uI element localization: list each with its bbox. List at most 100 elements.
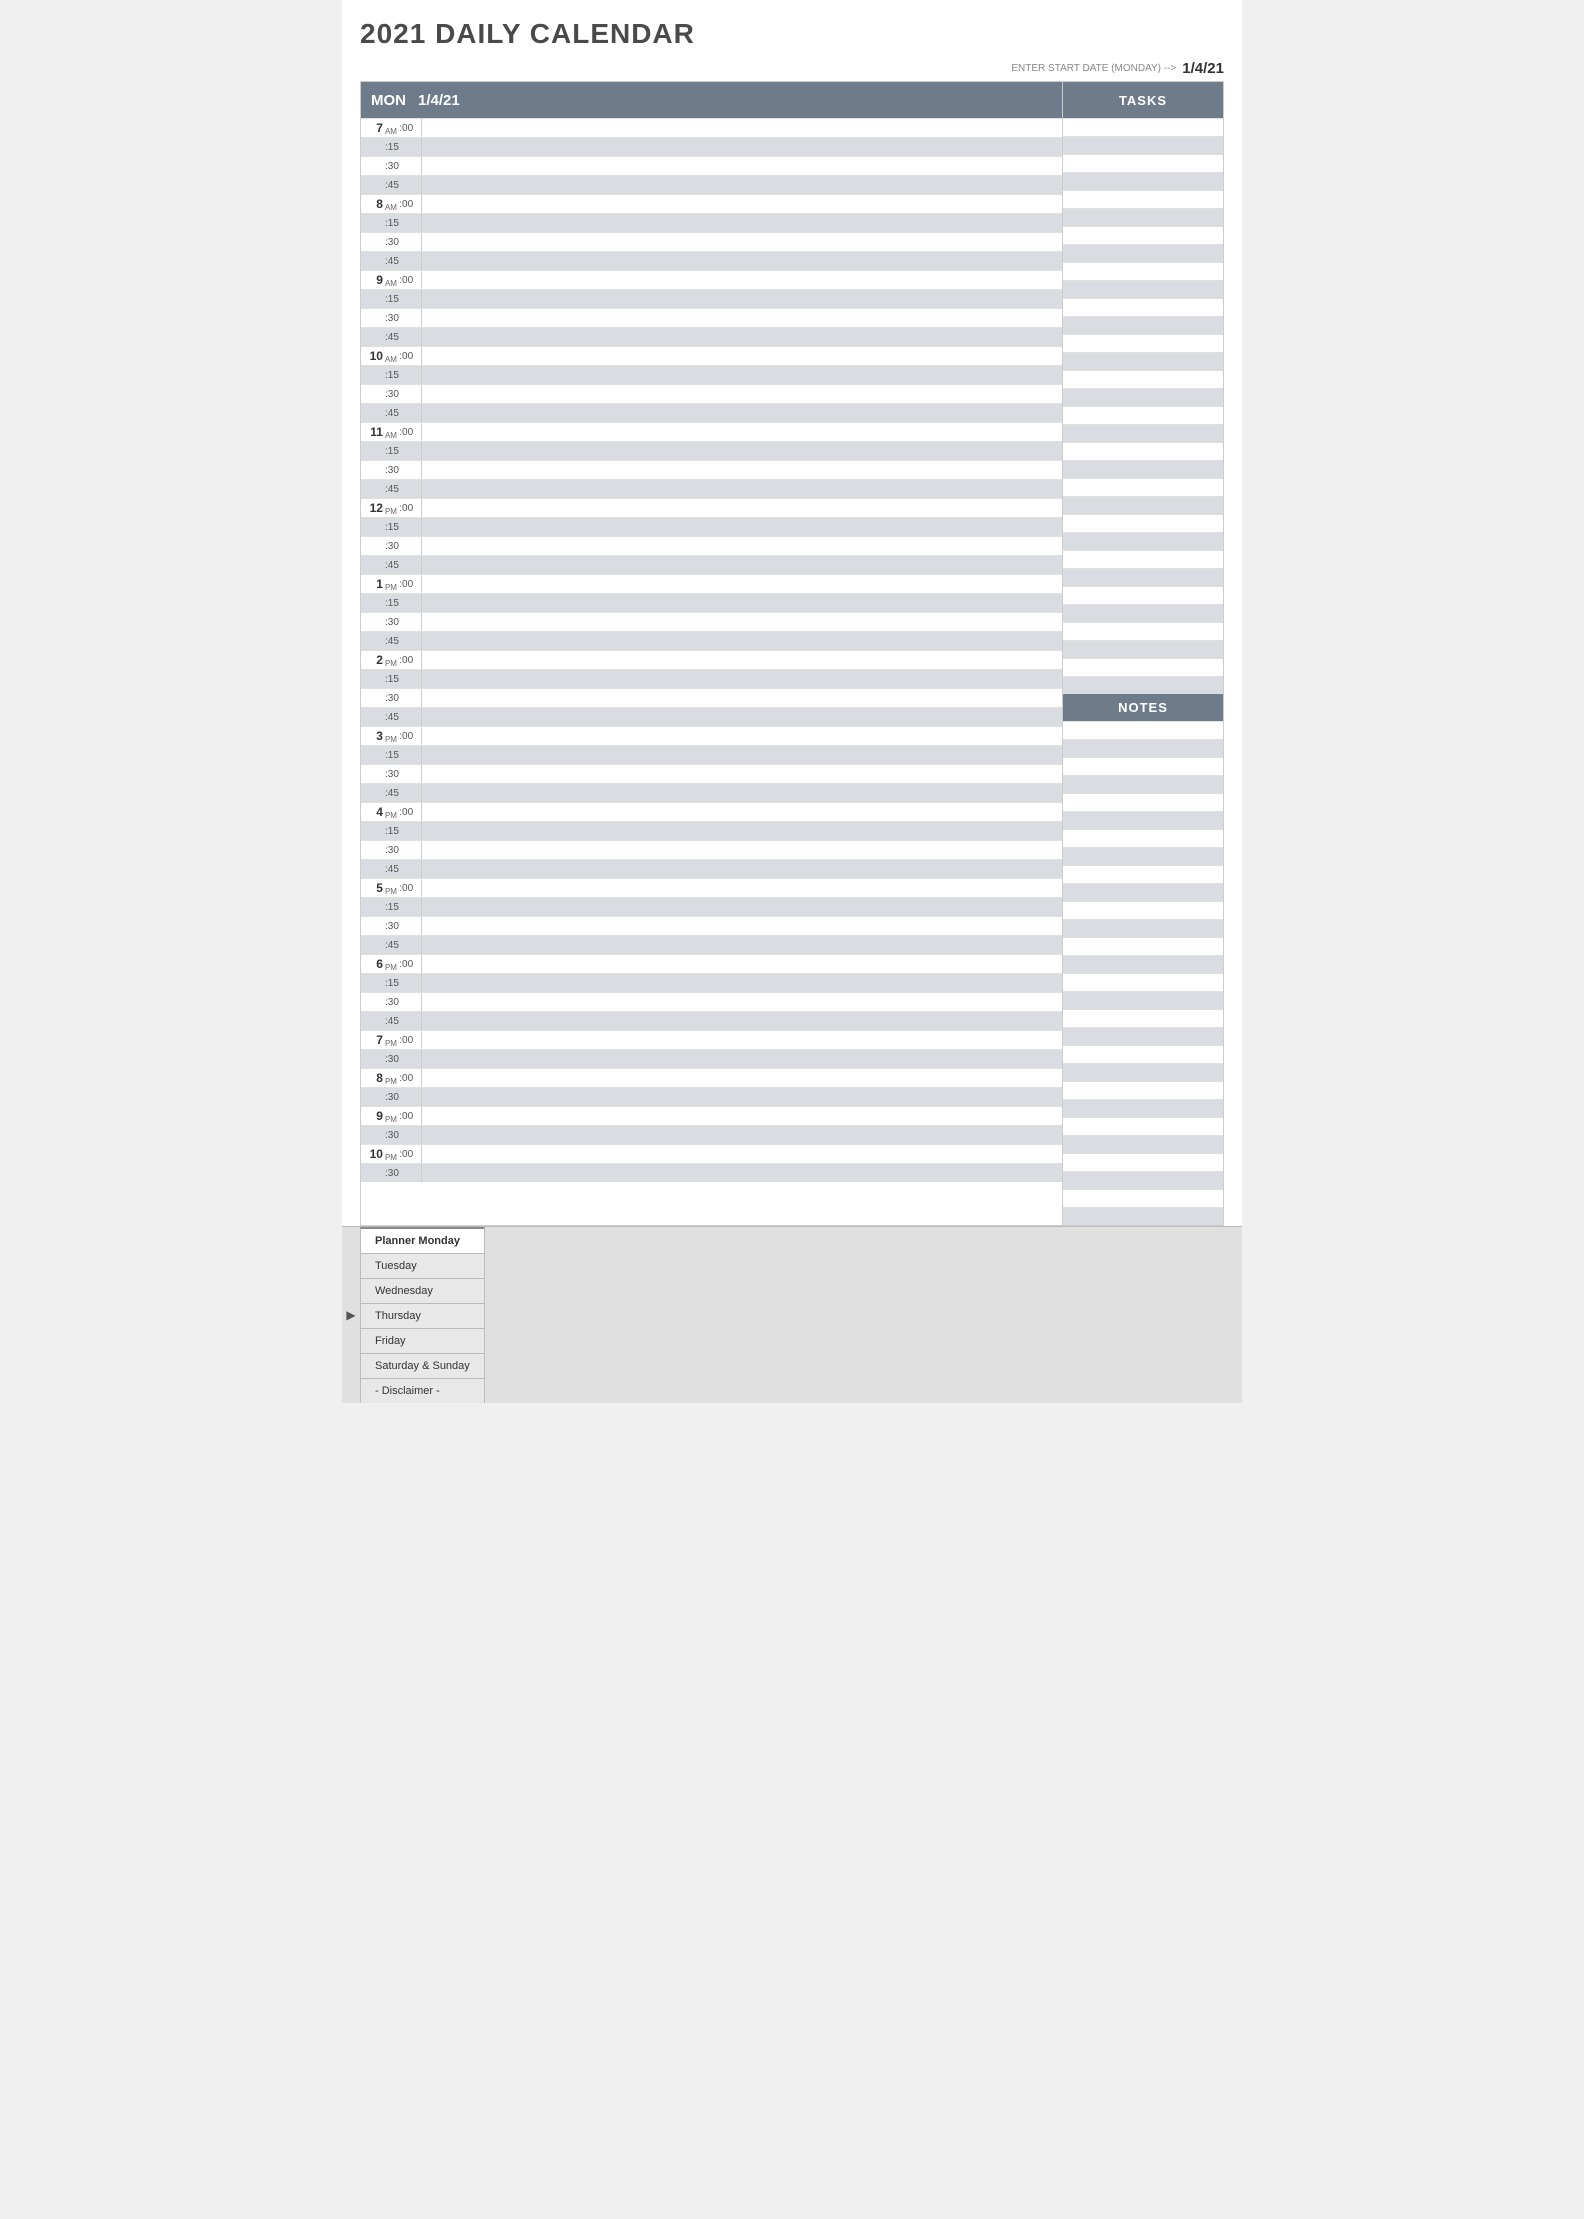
task-row[interactable] [1063,262,1223,280]
note-row[interactable] [1063,775,1223,793]
time-cell[interactable] [421,366,1062,384]
note-row[interactable] [1063,1081,1223,1099]
time-cell[interactable] [421,214,1062,232]
time-cell[interactable] [421,556,1062,574]
task-row[interactable] [1063,226,1223,244]
task-row[interactable] [1063,334,1223,352]
time-cell[interactable] [421,594,1062,612]
time-cell[interactable] [421,252,1062,270]
time-cell[interactable] [421,271,1062,289]
note-row[interactable] [1063,1117,1223,1135]
task-row[interactable] [1063,190,1223,208]
time-cell[interactable] [421,632,1062,650]
time-cell[interactable] [421,651,1062,669]
time-cell[interactable] [421,841,1062,859]
time-cell[interactable] [421,309,1062,327]
tab-scroll-arrow[interactable]: ▶ [342,1308,360,1322]
note-row[interactable] [1063,757,1223,775]
note-row[interactable] [1063,973,1223,991]
task-row[interactable] [1063,280,1223,298]
note-row[interactable] [1063,991,1223,1009]
task-row[interactable] [1063,640,1223,658]
time-cell[interactable] [421,537,1062,555]
note-row[interactable] [1063,1063,1223,1081]
time-cell[interactable] [421,347,1062,365]
task-row[interactable] [1063,118,1223,136]
note-row[interactable] [1063,1207,1223,1225]
task-row[interactable] [1063,676,1223,694]
time-cell[interactable] [421,461,1062,479]
task-row[interactable] [1063,154,1223,172]
note-row[interactable] [1063,1153,1223,1171]
time-cell[interactable] [421,955,1062,973]
time-cell[interactable] [421,233,1062,251]
time-cell[interactable] [421,138,1062,156]
note-row[interactable] [1063,811,1223,829]
time-cell[interactable] [421,575,1062,593]
tab--disclaimer-[interactable]: - Disclaimer - [360,1378,485,1403]
time-cell[interactable] [421,765,1062,783]
note-row[interactable] [1063,865,1223,883]
tab-planner-monday[interactable]: Planner Monday [360,1227,485,1253]
tab-saturday-sunday[interactable]: Saturday & Sunday [360,1353,485,1378]
task-row[interactable] [1063,406,1223,424]
note-row[interactable] [1063,829,1223,847]
task-row[interactable] [1063,604,1223,622]
note-row[interactable] [1063,1135,1223,1153]
note-row[interactable] [1063,883,1223,901]
time-cell[interactable] [421,613,1062,631]
time-cell[interactable] [421,423,1062,441]
time-cell[interactable] [421,822,1062,840]
date-entry-value[interactable]: 1/4/21 [1182,60,1224,77]
note-row[interactable] [1063,955,1223,973]
note-row[interactable] [1063,901,1223,919]
note-row[interactable] [1063,1045,1223,1063]
note-row[interactable] [1063,1027,1223,1045]
task-row[interactable] [1063,316,1223,334]
task-row[interactable] [1063,550,1223,568]
note-row[interactable] [1063,1099,1223,1117]
note-row[interactable] [1063,721,1223,739]
time-cell[interactable] [421,784,1062,802]
time-cell[interactable] [421,917,1062,935]
time-cell[interactable] [421,898,1062,916]
time-cell[interactable] [421,803,1062,821]
note-row[interactable] [1063,793,1223,811]
task-row[interactable] [1063,460,1223,478]
tab-thursday[interactable]: Thursday [360,1303,485,1328]
time-cell[interactable] [421,1164,1062,1182]
task-row[interactable] [1063,298,1223,316]
task-row[interactable] [1063,352,1223,370]
task-row[interactable] [1063,442,1223,460]
time-cell[interactable] [421,1031,1062,1049]
note-row[interactable] [1063,919,1223,937]
time-cell[interactable] [421,1126,1062,1144]
task-row[interactable] [1063,424,1223,442]
note-row[interactable] [1063,1009,1223,1027]
tab-tuesday[interactable]: Tuesday [360,1253,485,1278]
time-cell[interactable] [421,1069,1062,1087]
time-cell[interactable] [421,195,1062,213]
note-row[interactable] [1063,1171,1223,1189]
tab-wednesday[interactable]: Wednesday [360,1278,485,1303]
task-row[interactable] [1063,586,1223,604]
note-row[interactable] [1063,1189,1223,1207]
time-cell[interactable] [421,157,1062,175]
note-row[interactable] [1063,847,1223,865]
time-cell[interactable] [421,290,1062,308]
task-row[interactable] [1063,622,1223,640]
task-row[interactable] [1063,658,1223,676]
time-cell[interactable] [421,385,1062,403]
task-row[interactable] [1063,370,1223,388]
time-cell[interactable] [421,879,1062,897]
time-cell[interactable] [421,860,1062,878]
task-row[interactable] [1063,496,1223,514]
time-cell[interactable] [421,670,1062,688]
tab-friday[interactable]: Friday [360,1328,485,1353]
task-row[interactable] [1063,478,1223,496]
task-row[interactable] [1063,208,1223,226]
time-cell[interactable] [421,328,1062,346]
time-cell[interactable] [421,499,1062,517]
task-row[interactable] [1063,568,1223,586]
task-row[interactable] [1063,244,1223,262]
